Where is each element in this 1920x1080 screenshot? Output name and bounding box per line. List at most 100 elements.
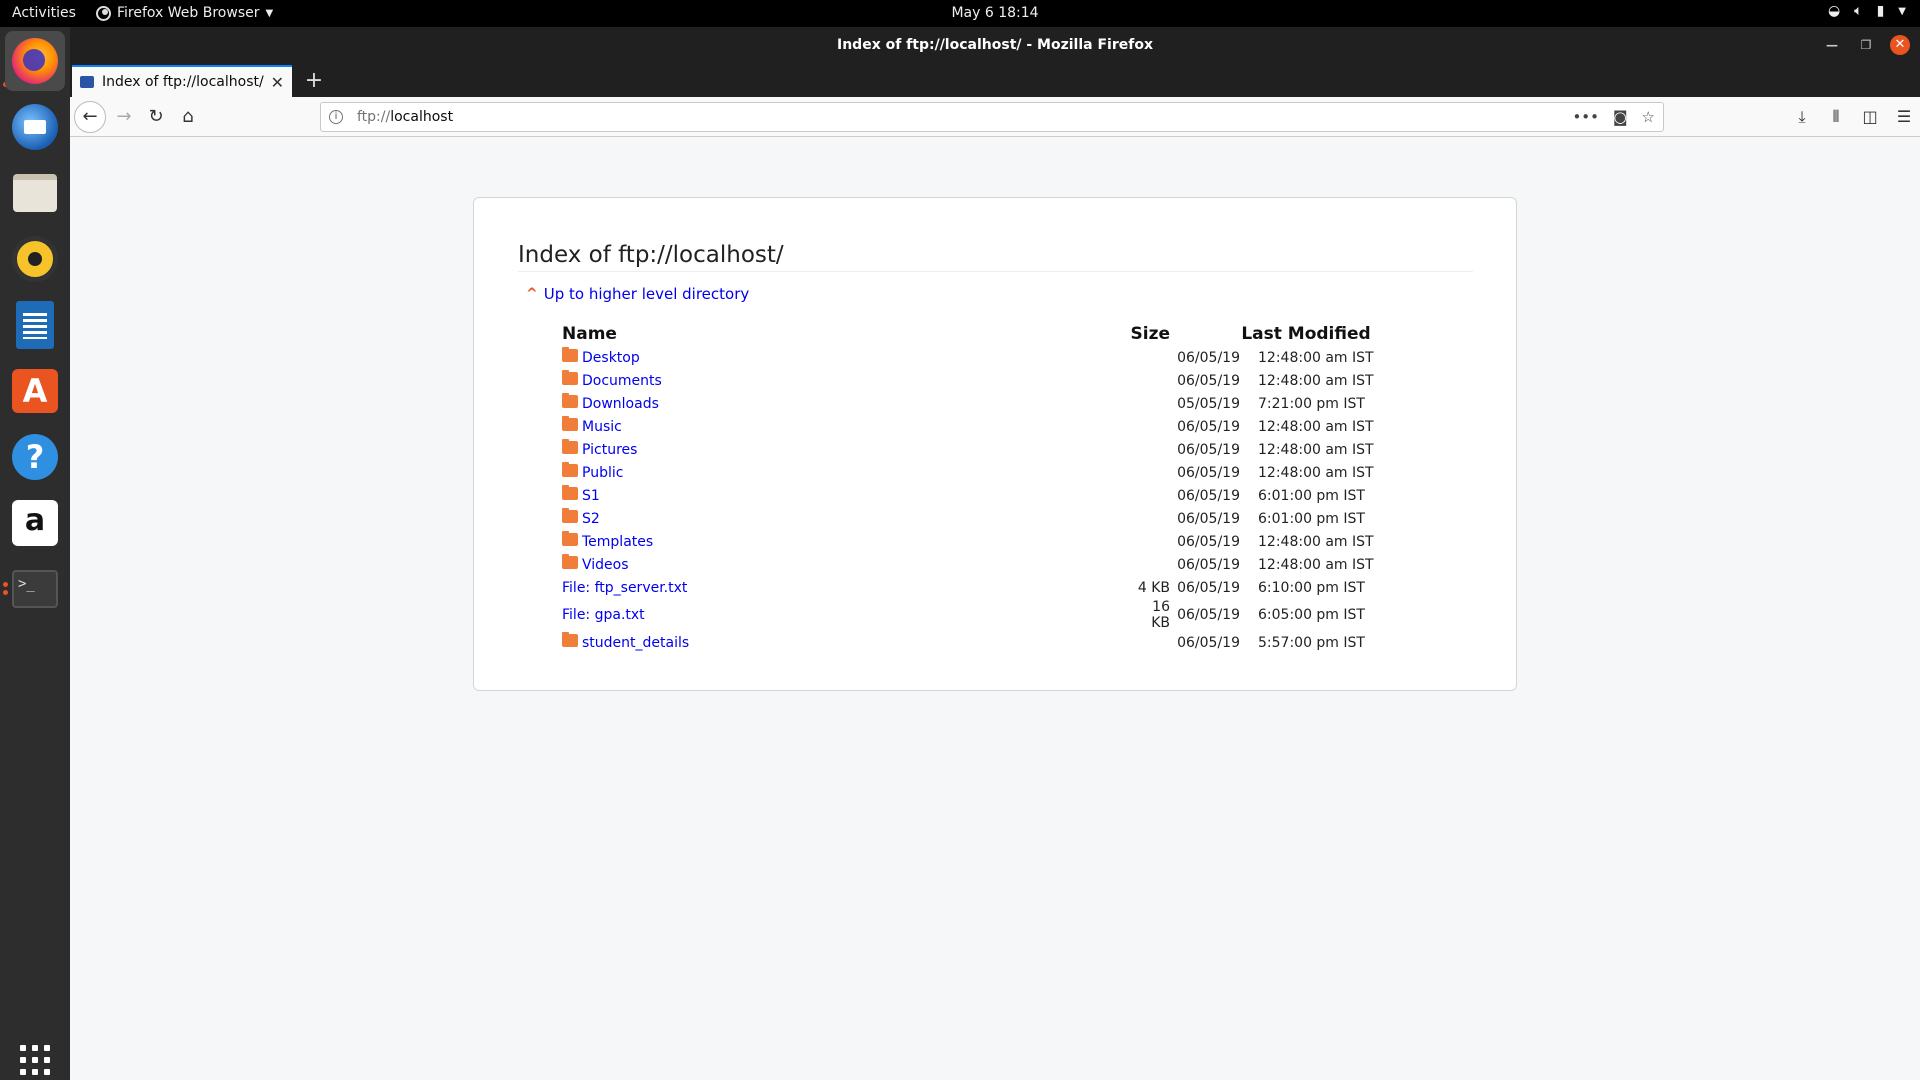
cell-size — [1130, 369, 1170, 392]
cell-name: File: gpa.txt — [562, 599, 1130, 631]
pocket-icon[interactable]: ◙ — [1613, 108, 1628, 126]
cell-size — [1130, 530, 1170, 553]
column-header-name[interactable]: Name — [562, 322, 1130, 346]
url-text[interactable]: ftp://localhost — [357, 109, 1572, 125]
cell-name: Pictures — [562, 438, 1130, 461]
downloads-icon[interactable]: ⤓ — [1790, 103, 1814, 131]
maximize-button[interactable]: ❐ — [1856, 38, 1876, 52]
entry-link[interactable]: Videos — [562, 554, 1130, 573]
entry-link[interactable]: Music — [562, 416, 1130, 435]
folder-icon — [562, 416, 578, 431]
folder-icon — [562, 508, 578, 523]
cell-name: Public — [562, 461, 1130, 484]
home-button[interactable]: ⌂ — [174, 103, 202, 131]
table-row: S1 06/05/19 6:01:00 pm IST — [562, 484, 1398, 507]
table-row: S2 06/05/19 6:01:00 pm IST — [562, 507, 1398, 530]
entry-link[interactable]: Public — [562, 462, 1130, 481]
cell-name: Desktop — [562, 346, 1130, 369]
cell-size — [1130, 461, 1170, 484]
table-header-row: Name Size Last Modified — [562, 322, 1398, 346]
entry-link[interactable]: Templates — [562, 531, 1130, 550]
volume-icon: 🔈︎ — [1854, 3, 1863, 19]
up-directory-link[interactable]: ^ Up to higher level directory — [526, 285, 749, 303]
activities-button[interactable]: Activities — [12, 5, 76, 21]
cell-date: 05/05/19 — [1177, 395, 1240, 412]
folder-icon — [562, 393, 578, 408]
dock-firefox[interactable] — [5, 31, 65, 91]
cell-name: S1 — [562, 484, 1130, 507]
back-button[interactable]: ← — [74, 101, 106, 133]
forward-button[interactable]: → — [110, 103, 138, 131]
url-bar[interactable]: i ftp://localhost ••• ◙ ☆ — [320, 102, 1664, 132]
cell-time: 6:01:00 pm IST — [1258, 510, 1365, 527]
cell-name: Templates — [562, 530, 1130, 553]
entry-link[interactable]: Pictures — [562, 439, 1130, 458]
cell-name: Music — [562, 415, 1130, 438]
ftp-favicon-icon — [80, 76, 94, 88]
dock-rhythmbox[interactable] — [5, 229, 65, 289]
cell-time: 12:48:00 am IST — [1258, 372, 1374, 389]
page-actions-icon[interactable]: ••• — [1572, 108, 1599, 126]
cell-date: 06/05/19 — [1177, 349, 1240, 366]
entry-link[interactable]: File: ftp_server.txt — [562, 580, 1130, 596]
close-tab-icon[interactable]: ✕ — [271, 73, 284, 92]
clock[interactable]: May 6 18:14 — [951, 5, 1038, 21]
cell-time: 6:05:00 pm IST — [1258, 607, 1365, 623]
entry-link[interactable]: S1 — [562, 485, 1130, 504]
library-icon[interactable]: ⫴ — [1824, 103, 1848, 131]
close-window-button[interactable]: ✕ — [1890, 35, 1910, 55]
minimize-button[interactable]: — — [1822, 38, 1842, 52]
entry-name: S1 — [582, 487, 600, 504]
cell-time: 12:48:00 am IST — [1258, 464, 1374, 481]
folder-icon — [562, 462, 578, 477]
entry-name: Music — [582, 418, 622, 435]
tab-ftp-index[interactable]: Index of ftp://localhost/ ✕ — [72, 65, 292, 97]
cell-size: 16 KB — [1151, 599, 1170, 631]
clock-container: May 6 18:14 — [0, 5, 1920, 21]
window-title: Index of ftp://localhost/ - Mozilla Fire… — [837, 37, 1153, 53]
dock-thunderbird[interactable] — [5, 97, 65, 157]
table-row: Desktop 06/05/19 12:48:00 am IST — [562, 346, 1398, 369]
entry-link[interactable]: Downloads — [562, 393, 1130, 412]
app-menu[interactable]: Firefox Web Browser ▼ — [96, 5, 273, 21]
reload-button[interactable]: ↻ — [142, 103, 170, 131]
system-tray[interactable]: ◒ 🔈︎ ▮ ▼ — [1828, 3, 1906, 19]
dock-software[interactable]: A — [5, 361, 65, 421]
table-row: File: gpa.txt 16 KB 06/05/19 6:05:00 pm IST — [562, 599, 1398, 631]
table-row: Downloads 05/05/19 7:21:00 pm IST — [562, 392, 1398, 415]
entry-link[interactable]: File: gpa.txt — [562, 607, 1130, 623]
dock-amazon[interactable]: a — [5, 493, 65, 553]
sidebar-icon[interactable]: ◫ — [1858, 103, 1882, 131]
column-header-size[interactable]: Size — [1130, 322, 1171, 346]
cell-size — [1130, 507, 1170, 530]
firefox-icon — [12, 38, 58, 84]
dock-help[interactable]: ? — [5, 427, 65, 487]
bookmark-star-icon[interactable]: ☆ — [1642, 108, 1655, 126]
entry-link[interactable]: Desktop — [562, 347, 1130, 366]
wifi-icon: ◒ — [1827, 3, 1841, 19]
entry-link[interactable]: student_details — [562, 632, 1130, 651]
show-apps-icon[interactable] — [20, 1045, 50, 1075]
cell-time: 12:48:00 am IST — [1258, 556, 1374, 573]
column-header-modified[interactable]: Last Modified — [1170, 322, 1398, 346]
toolbar-tools: ⤓ ⫴ ◫ ☰ — [1790, 103, 1916, 131]
entry-link[interactable]: S2 — [562, 508, 1130, 527]
dock-writer[interactable] — [5, 295, 65, 355]
url-actions: ••• ◙ ☆ — [1572, 108, 1655, 126]
cell-date: 06/05/19 — [1177, 533, 1240, 550]
help-icon: ? — [12, 434, 58, 480]
cell-time: 6:01:00 pm IST — [1258, 487, 1365, 504]
entry-name: Desktop — [582, 349, 640, 366]
site-info-icon[interactable]: i — [329, 110, 343, 124]
hamburger-menu-icon[interactable]: ☰ — [1892, 103, 1916, 131]
dock-terminal[interactable]: >_ — [5, 559, 65, 619]
entry-name: File: ftp_server.txt — [562, 579, 688, 596]
folder-icon — [562, 554, 578, 569]
cell-size — [1130, 438, 1170, 461]
cell-date: 06/05/19 — [1177, 464, 1240, 481]
cell-time: 12:48:00 am IST — [1258, 441, 1374, 458]
new-tab-button[interactable]: + — [302, 68, 326, 93]
dock-files[interactable] — [5, 163, 65, 223]
entry-link[interactable]: Documents — [562, 370, 1130, 389]
directory-table: Name Size Last Modified Desktop 06/05/19 1… — [562, 322, 1398, 654]
